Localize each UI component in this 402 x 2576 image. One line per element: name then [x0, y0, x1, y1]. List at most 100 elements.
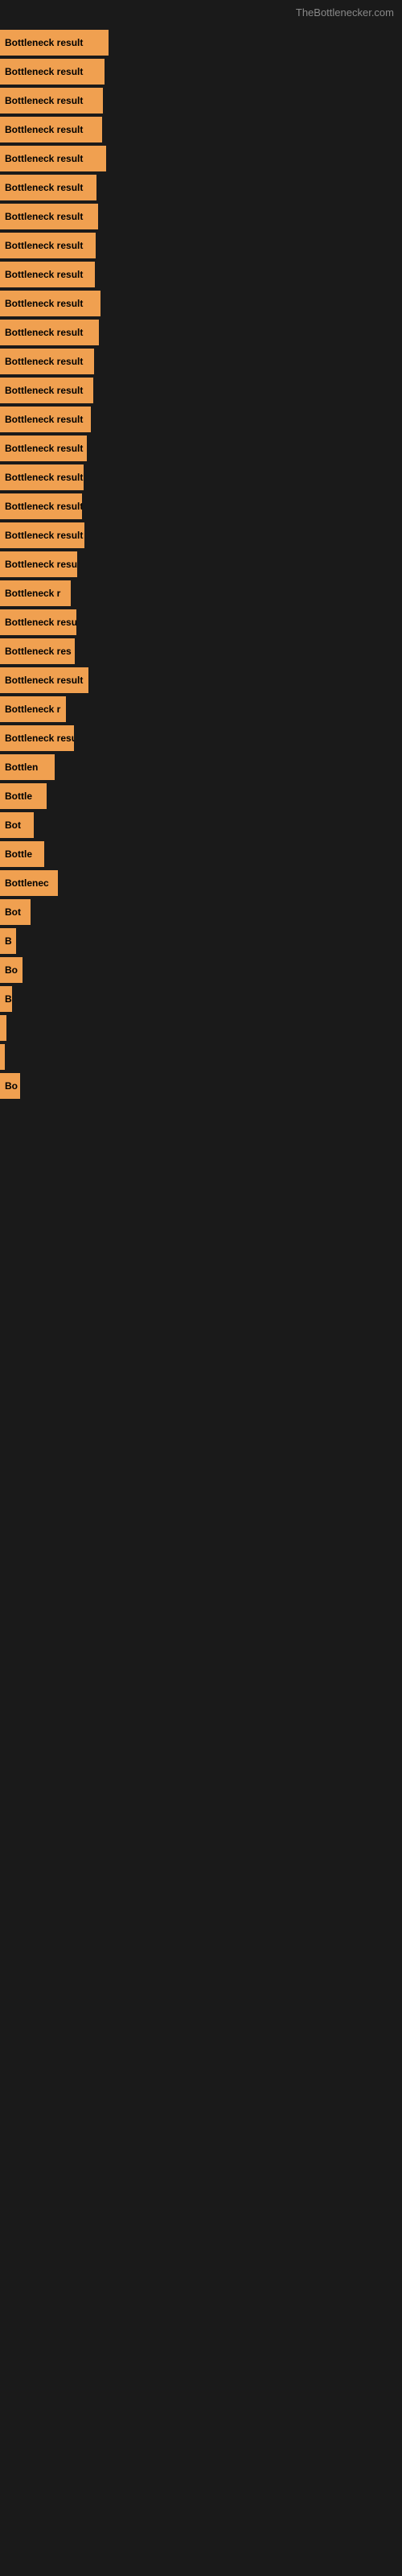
- bar-label-4: Bottleneck result: [5, 124, 83, 135]
- bottleneck-bar-1[interactable]: Bottleneck result: [0, 30, 109, 56]
- bar-row: B: [0, 928, 402, 954]
- bar-row: Bo: [0, 1073, 402, 1099]
- bar-row: Bottle: [0, 841, 402, 867]
- bottleneck-bar-27[interactable]: Bottle: [0, 783, 47, 809]
- bars-container: Bottleneck result Bottleneck result Bottle…: [0, 23, 402, 1106]
- bottleneck-bar-21[interactable]: Bottleneck resu: [0, 609, 76, 635]
- bar-label-22: Bottleneck res: [5, 646, 72, 657]
- bottleneck-bar-34[interactable]: B: [0, 986, 12, 1012]
- bottleneck-bar-9[interactable]: Bottleneck result: [0, 262, 95, 287]
- bottleneck-bar-33[interactable]: Bo: [0, 957, 23, 983]
- bar-row: Bot: [0, 812, 402, 838]
- bottleneck-bar-32[interactable]: B: [0, 928, 16, 954]
- bar-row: Bottleneck result: [0, 30, 402, 56]
- bottleneck-bar-31[interactable]: Bot: [0, 899, 31, 925]
- bottleneck-bar-35[interactable]: [0, 1015, 6, 1041]
- bottleneck-bar-17[interactable]: Bottleneck result: [0, 493, 82, 519]
- bottleneck-bar-13[interactable]: Bottleneck result: [0, 378, 93, 403]
- bar-label-18: Bottleneck result: [5, 530, 83, 541]
- bottleneck-bar-19[interactable]: Bottleneck resu: [0, 551, 77, 577]
- bottleneck-bar-16[interactable]: Bottleneck result: [0, 464, 84, 490]
- bottleneck-bar-29[interactable]: Bottle: [0, 841, 44, 867]
- bar-label-23: Bottleneck result: [5, 675, 83, 686]
- bar-label-17: Bottleneck result: [5, 501, 82, 512]
- bar-label-28: Bot: [5, 819, 21, 831]
- bar-label-7: Bottleneck result: [5, 211, 83, 222]
- bar-row: Bottleneck resu: [0, 609, 402, 635]
- bar-label-33: Bo: [5, 964, 18, 976]
- bar-row: Bottleneck result: [0, 146, 402, 171]
- bar-row: Bottleneck result: [0, 291, 402, 316]
- bar-row: Bottleneck result: [0, 436, 402, 461]
- bar-row: Bottleneck result: [0, 464, 402, 490]
- bar-row: Bot: [0, 899, 402, 925]
- bar-row: Bottlen: [0, 754, 402, 780]
- bar-row: Bottleneck result: [0, 667, 402, 693]
- bar-row: Bottleneck result: [0, 59, 402, 85]
- bar-label-24: Bottleneck r: [5, 704, 60, 715]
- bar-row: Bottleneck result: [0, 175, 402, 200]
- bottleneck-bar-6[interactable]: Bottleneck result: [0, 175, 96, 200]
- bottleneck-bar-22[interactable]: Bottleneck res: [0, 638, 75, 664]
- bottleneck-bar-8[interactable]: Bottleneck result: [0, 233, 96, 258]
- bottleneck-bar-11[interactable]: Bottleneck result: [0, 320, 99, 345]
- bottleneck-bar-37[interactable]: Bo: [0, 1073, 20, 1099]
- bar-label-1: Bottleneck result: [5, 37, 83, 48]
- bar-row: Bottleneck result: [0, 262, 402, 287]
- bar-row: Bottleneck result: [0, 349, 402, 374]
- bar-label-20: Bottleneck r: [5, 588, 60, 599]
- site-title: TheBottlenecker.com: [0, 0, 402, 23]
- bottleneck-bar-2[interactable]: Bottleneck result: [0, 59, 105, 85]
- bottleneck-bar-26[interactable]: Bottlen: [0, 754, 55, 780]
- bar-label-11: Bottleneck result: [5, 327, 83, 338]
- bar-row: Bottleneck r: [0, 580, 402, 606]
- bottleneck-bar-23[interactable]: Bottleneck result: [0, 667, 88, 693]
- bar-row: Bottleneck result: [0, 522, 402, 548]
- bar-row: Bottleneck result: [0, 407, 402, 432]
- bar-row: Bottleneck result: [0, 88, 402, 114]
- bar-label-10: Bottleneck result: [5, 298, 83, 309]
- bottleneck-bar-5[interactable]: Bottleneck result: [0, 146, 106, 171]
- bar-label-34: B: [5, 993, 12, 1005]
- bottleneck-bar-20[interactable]: Bottleneck r: [0, 580, 71, 606]
- bar-row: Bottleneck resu: [0, 725, 402, 751]
- bar-row: Bottleneck result: [0, 378, 402, 403]
- bottleneck-bar-10[interactable]: Bottleneck result: [0, 291, 100, 316]
- bottleneck-bar-14[interactable]: Bottleneck result: [0, 407, 91, 432]
- bar-label-30: Bottlenec: [5, 877, 49, 889]
- bar-label-9: Bottleneck result: [5, 269, 83, 280]
- bar-label-13: Bottleneck result: [5, 385, 83, 396]
- bottleneck-bar-7[interactable]: Bottleneck result: [0, 204, 98, 229]
- bar-row: Bo: [0, 957, 402, 983]
- bar-label-27: Bottle: [5, 791, 32, 802]
- bar-label-31: Bot: [5, 906, 21, 918]
- bar-label-3: Bottleneck result: [5, 95, 83, 106]
- bar-label-8: Bottleneck result: [5, 240, 83, 251]
- bottleneck-bar-12[interactable]: Bottleneck result: [0, 349, 94, 374]
- bar-label-26: Bottlen: [5, 762, 38, 773]
- bar-label-19: Bottleneck resu: [5, 559, 77, 570]
- bottleneck-bar-36[interactable]: [0, 1044, 5, 1070]
- bar-label-16: Bottleneck result: [5, 472, 83, 483]
- bar-row: Bottleneck result: [0, 233, 402, 258]
- bar-label-12: Bottleneck result: [5, 356, 83, 367]
- bottleneck-bar-24[interactable]: Bottleneck r: [0, 696, 66, 722]
- bar-label-25: Bottleneck resu: [5, 733, 74, 744]
- bottleneck-bar-3[interactable]: Bottleneck result: [0, 88, 103, 114]
- bottleneck-bar-30[interactable]: Bottlenec: [0, 870, 58, 896]
- bar-row: [0, 1015, 402, 1041]
- bottleneck-bar-28[interactable]: Bot: [0, 812, 34, 838]
- bar-label-14: Bottleneck result: [5, 414, 83, 425]
- bottleneck-bar-4[interactable]: Bottleneck result: [0, 117, 102, 142]
- bar-row: Bottleneck res: [0, 638, 402, 664]
- bottleneck-bar-15[interactable]: Bottleneck result: [0, 436, 87, 461]
- bottleneck-bar-18[interactable]: Bottleneck result: [0, 522, 84, 548]
- bar-row: B: [0, 986, 402, 1012]
- bar-row: Bottleneck result: [0, 320, 402, 345]
- bar-label-6: Bottleneck result: [5, 182, 83, 193]
- bottleneck-bar-25[interactable]: Bottleneck resu: [0, 725, 74, 751]
- bar-row: Bottle: [0, 783, 402, 809]
- bar-row: Bottleneck result: [0, 204, 402, 229]
- bar-label-15: Bottleneck result: [5, 443, 83, 454]
- bar-row: Bottlenec: [0, 870, 402, 896]
